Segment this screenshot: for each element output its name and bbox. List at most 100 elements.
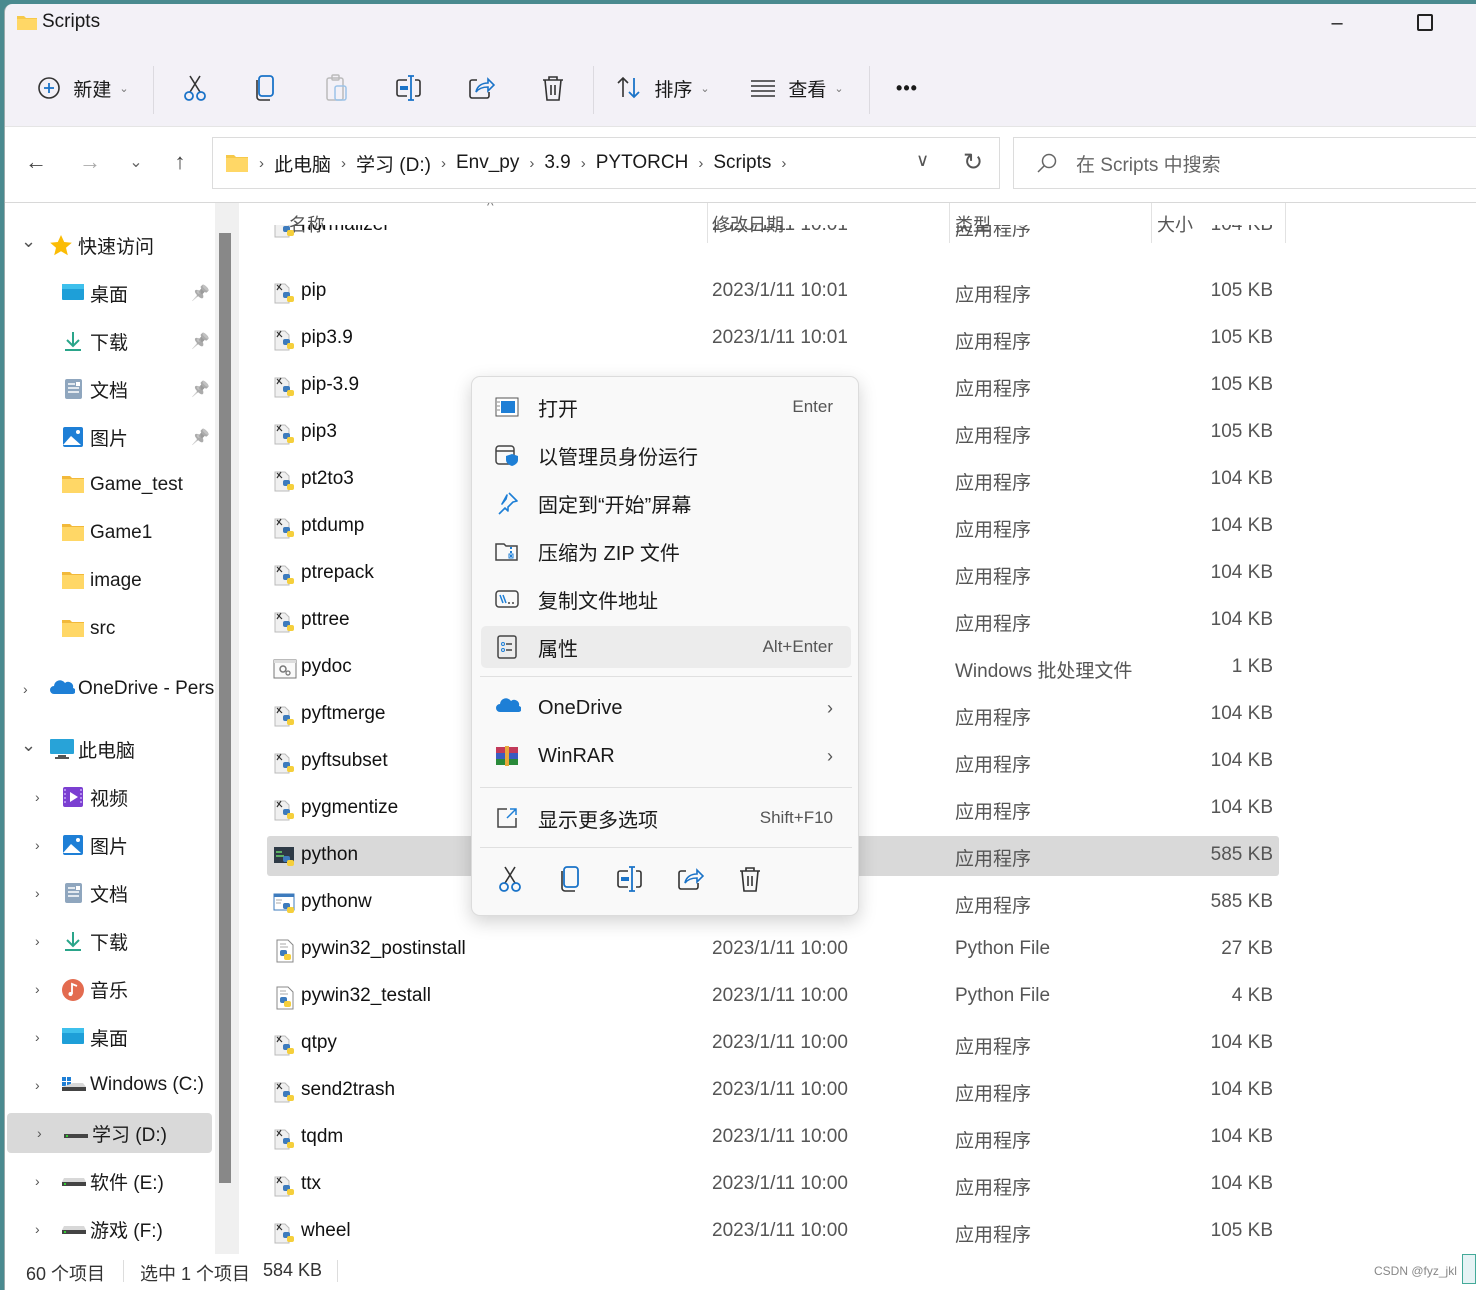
forward-button[interactable]: →: [75, 145, 105, 179]
file-row[interactable]: send2trash 2023/1/11 10:00 应用程序 104 KB: [267, 1071, 1279, 1111]
file-row[interactable]: pywin32_postinstall 2023/1/11 10:00 Python…: [267, 930, 1279, 970]
sidebar-item-pc-4[interactable]: › 音乐: [5, 969, 215, 1009]
chevron-down-icon[interactable]: ⌄: [21, 231, 36, 252]
submenu-item-0[interactable]: OneDrive ›: [481, 687, 851, 729]
menu-item-4[interactable]: 复制文件地址: [481, 578, 851, 620]
menu-item-shortcut: Alt+Enter: [762, 637, 833, 656]
sidebar-item-quick-access[interactable]: ⌄ 快速访问: [5, 225, 215, 265]
file-type: 应用程序: [955, 1084, 1032, 1105]
chevron-right-icon[interactable]: ›: [35, 1029, 40, 1045]
delete-icon[interactable]: [736, 865, 764, 893]
address-dropdown-button[interactable]: ∨: [916, 150, 929, 171]
sidebar-item-quick-7[interactable]: src: [5, 609, 215, 649]
view-button[interactable]: 查看 ⌄: [747, 66, 847, 110]
forward-arrow-icon: →: [79, 149, 101, 174]
window-title: Scripts: [42, 11, 101, 32]
details-view-toggle[interactable]: [1462, 1254, 1476, 1284]
file-type: Windows 批处理文件: [955, 661, 1133, 682]
file-row[interactable]: normalizer 2023/1/11 10:01 应用程序 104 KB: [267, 225, 1279, 245]
menu-item-1[interactable]: 以管理员身份运行: [481, 434, 851, 476]
back-button[interactable]: ←: [21, 145, 51, 179]
chevron-right-icon[interactable]: ›: [35, 1221, 40, 1237]
chevron-down-icon[interactable]: ⌄: [21, 735, 36, 756]
menu-item-0[interactable]: 打开 Enter: [481, 386, 851, 428]
sidebar-item-pc-6[interactable]: › Windows (C:): [5, 1065, 215, 1105]
file-name: pywin32_postinstall: [301, 938, 466, 959]
menu-item-5[interactable]: 属性 Alt+Enter: [481, 626, 851, 668]
this-pc-icon: [49, 738, 74, 760]
breadcrumb-this-pc[interactable]: 此电脑: [274, 150, 331, 177]
breadcrumb-pytorch[interactable]: PYTORCH: [596, 152, 689, 174]
chevron-right-icon[interactable]: ›: [23, 681, 28, 697]
file-row[interactable]: qtpy 2023/1/11 10:00 应用程序 104 KB: [267, 1024, 1279, 1064]
file-type: Python File: [955, 938, 1051, 959]
chevron-right-icon[interactable]: ›: [35, 789, 40, 805]
file-row[interactable]: pip 2023/1/11 10:01 应用程序 105 KB: [267, 272, 1279, 312]
up-button[interactable]: ↑: [165, 145, 195, 179]
menu-item-2[interactable]: 固定到“开始”屏幕: [481, 482, 851, 524]
sidebar-item-pc-0[interactable]: › 视频: [5, 777, 215, 817]
sidebar-item-pc-8[interactable]: › 软件 (E:): [5, 1161, 215, 1201]
file-row[interactable]: pip3.9 2023/1/11 10:01 应用程序 105 KB: [267, 319, 1279, 359]
share-icon[interactable]: [676, 865, 704, 893]
sidebar-item-quick-1[interactable]: 下载 📌: [5, 321, 215, 361]
maximize-button[interactable]: [1417, 14, 1433, 31]
menu-item-3[interactable]: 压缩为 ZIP 文件: [481, 530, 851, 572]
sidebar-item-label: 文档: [90, 380, 129, 402]
sidebar-item-pc-3[interactable]: › 下载: [5, 921, 215, 961]
sidebar-scrollbar-thumb[interactable]: [219, 233, 231, 1183]
recent-locations-button[interactable]: ⌄: [121, 145, 151, 179]
cut-button[interactable]: [175, 66, 215, 110]
rename-button[interactable]: [389, 66, 429, 110]
rename-icon[interactable]: [616, 865, 644, 893]
sidebar-item-pc-7[interactable]: › 学习 (D:): [7, 1113, 212, 1153]
py-exe-icon: [273, 563, 297, 587]
chevron-right-icon[interactable]: ›: [35, 933, 40, 949]
sidebar-item-onedrive[interactable]: › OneDrive - Pers: [5, 669, 215, 709]
sidebar-item-pc-5[interactable]: › 桌面: [5, 1017, 215, 1057]
sidebar-item-this-pc[interactable]: ⌄ 此电脑: [5, 729, 215, 769]
file-row[interactable]: tqdm 2023/1/11 10:00 应用程序 104 KB: [267, 1118, 1279, 1158]
file-row[interactable]: wheel 2023/1/11 10:00 应用程序 105 KB: [267, 1212, 1279, 1252]
sidebar-item-quick-4[interactable]: Game_test: [5, 465, 215, 505]
breadcrumb-3-9[interactable]: 3.9: [544, 152, 570, 174]
sidebar-item-pc-1[interactable]: › 图片: [5, 825, 215, 865]
sort-button[interactable]: 排序 ⌄: [613, 66, 713, 110]
show-more-options[interactable]: 显示更多选项 Shift+F10: [481, 797, 851, 839]
chevron-right-icon[interactable]: ›: [35, 1077, 40, 1093]
chevron-right-icon[interactable]: ›: [35, 981, 40, 997]
paste-button[interactable]: [317, 66, 357, 110]
up-arrow-icon: ↑: [174, 149, 186, 174]
submenu-item-1[interactable]: WinRAR ›: [481, 735, 851, 777]
chevron-right-icon[interactable]: ›: [35, 1173, 40, 1189]
chevron-right-icon[interactable]: ›: [35, 885, 40, 901]
refresh-button[interactable]: ↻: [963, 148, 983, 177]
copy-button[interactable]: [245, 66, 285, 110]
copy-icon[interactable]: [556, 865, 584, 893]
column-divider[interactable]: [1285, 203, 1286, 243]
chevron-right-icon[interactable]: ›: [35, 837, 40, 853]
sidebar-item-quick-6[interactable]: image: [5, 561, 215, 601]
more-button[interactable]: •••: [887, 66, 927, 110]
new-button[interactable]: 新建 ⌄: [33, 66, 133, 110]
sidebar-item-pc-2[interactable]: › 文档: [5, 873, 215, 913]
breadcrumb-scripts[interactable]: Scripts: [713, 152, 771, 174]
file-row[interactable]: pywin32_testall 2023/1/11 10:00 Python Fil…: [267, 977, 1279, 1017]
file-row[interactable]: ttx 2023/1/11 10:00 应用程序 104 KB: [267, 1165, 1279, 1205]
address-bar[interactable]: › 此电脑 › 学习 (D:) › Env_py › 3.9 › PYTORCH…: [212, 137, 1000, 189]
search-input[interactable]: 在 Scripts 中搜索: [1013, 137, 1476, 189]
more-icon: •••: [896, 77, 918, 98]
sidebar-item-quick-5[interactable]: Game1: [5, 513, 215, 553]
delete-button[interactable]: [533, 66, 573, 110]
cut-icon[interactable]: [496, 865, 524, 893]
sidebar-item-pc-9[interactable]: › 游戏 (F:): [5, 1209, 215, 1249]
sidebar-item-quick-3[interactable]: 图片 📌: [5, 417, 215, 457]
breadcrumb-drive-d[interactable]: 学习 (D:): [356, 150, 431, 177]
breadcrumb-env-py[interactable]: Env_py: [456, 152, 519, 174]
file-date: 2023/1/11 10:00: [712, 1079, 848, 1100]
minimize-button[interactable]: –: [1323, 8, 1351, 38]
sidebar-item-quick-0[interactable]: 桌面 📌: [5, 273, 215, 313]
share-button[interactable]: [461, 66, 501, 110]
sidebar-item-quick-2[interactable]: 文档 📌: [5, 369, 215, 409]
chevron-right-icon[interactable]: ›: [37, 1125, 42, 1141]
